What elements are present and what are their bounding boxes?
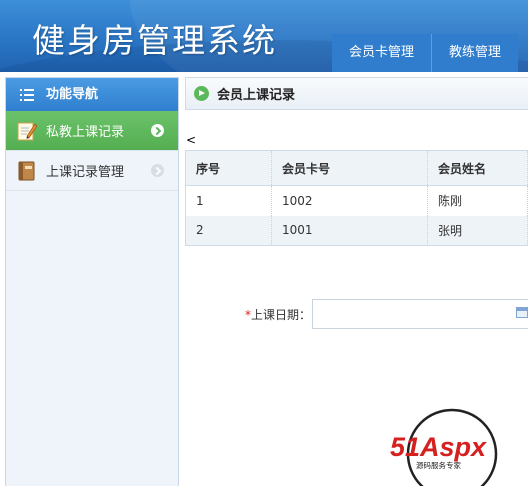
sidebar-item-class-record-management[interactable]: 上课记录管理 [6,151,178,191]
cell-card-number: 1001 [271,215,428,246]
sidebar-item-label: 上课记录管理 [46,165,125,180]
table-row[interactable]: 2 1001 张明 [185,215,528,246]
stray-text: < [186,133,197,147]
section-header: 会员上课记录 [185,77,528,110]
cell-card-number: 1002 [271,185,428,216]
edit-note-icon [17,122,38,140]
app-header: 健身房管理系统 会员卡管理 教练管理 [0,0,528,72]
app-title: 健身房管理系统 [32,21,277,60]
cell-member-name: 张明 [427,215,528,246]
top-nav: 会员卡管理 教练管理 [332,34,519,72]
column-header-card-number[interactable]: 会员卡号 [271,150,428,186]
sidebar-item-private-class-records[interactable]: 私教上课记录 [6,111,178,151]
sidebar-header: 功能导航 [6,78,178,111]
play-circle-icon [194,86,209,101]
logo-tagline: 源码服务专家 [416,460,461,470]
class-date-input[interactable] [312,299,528,329]
list-menu-icon [20,88,34,101]
nav-coach[interactable]: 教练管理 [431,34,519,72]
cell-index: 1 [185,185,272,216]
date-field-label: *上课日期： [245,306,311,323]
date-label-text: 上课日期： [251,308,312,322]
calendar-icon[interactable] [516,307,528,318]
sidebar-item-label: 私教上课记录 [46,125,125,140]
chevron-right-icon [151,124,164,137]
section-title: 会员上课记录 [217,88,296,103]
cell-index: 2 [185,215,272,246]
records-table: 序号 会员卡号 会员姓名 1 1002 陈刚 2 1001 张明 [185,150,528,246]
table-header-row: 序号 会员卡号 会员姓名 [185,150,528,186]
table-row[interactable]: 1 1002 陈刚 [185,185,528,216]
column-header-member-name[interactable]: 会员姓名 [427,150,528,186]
chevron-right-icon [151,164,164,177]
sidebar-title: 功能导航 [46,87,99,102]
book-icon [18,161,35,180]
nav-member-card[interactable]: 会员卡管理 [332,34,432,72]
column-header-index[interactable]: 序号 [185,150,272,186]
cell-member-name: 陈刚 [427,185,528,216]
logo-brand-text: 51Aspx [390,432,487,462]
sidebar: 功能导航 私教上课记录 上课记录管理 [5,77,179,486]
brand-logo: 51Aspx 源码服务专家 [390,408,498,486]
